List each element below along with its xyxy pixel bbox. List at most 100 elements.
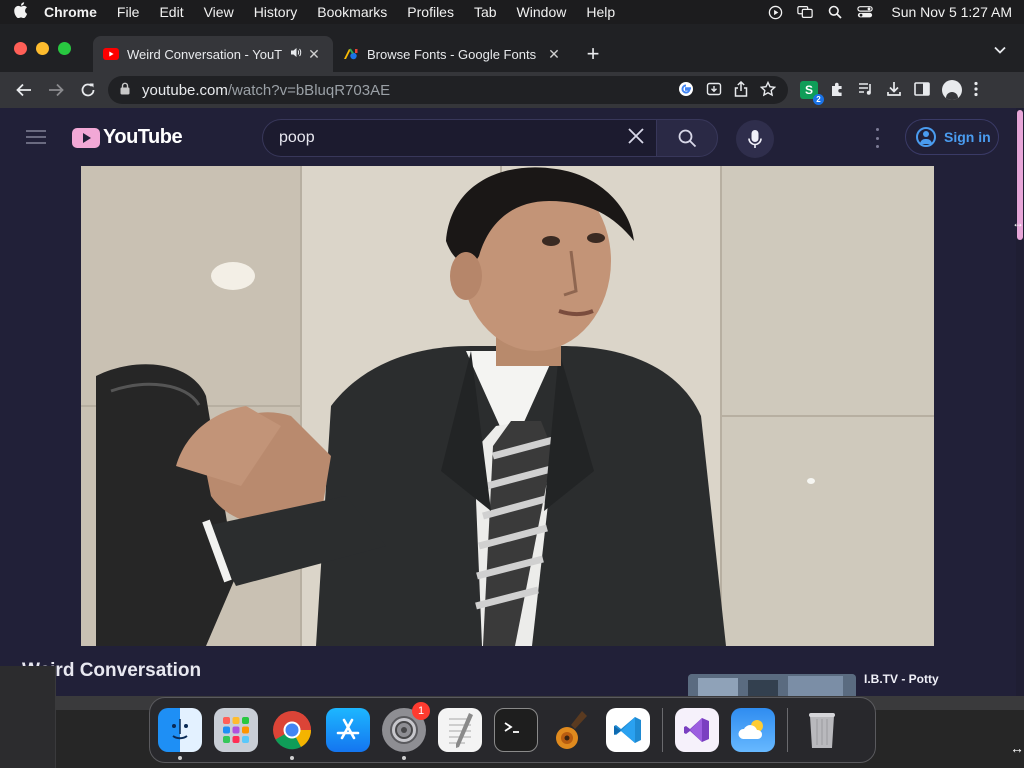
macos-menubar: Chrome File Edit View History Bookmarks … [0,0,1024,24]
running-indicator [402,756,406,760]
visual-studio-icon[interactable] [675,708,719,752]
tab-weird-conversation[interactable]: Weird Conversation - YouT ✕ [93,36,333,72]
macos-dock: 1 [149,697,876,763]
chrome-toolbar: youtube.com/watch?v=bBluqR703AE S2 [0,72,1024,108]
menu-profiles[interactable]: Profiles [407,4,454,20]
system-settings-icon[interactable]: 1 [382,702,430,760]
search-input[interactable] [279,129,616,147]
forward-button[interactable] [40,76,72,104]
toolbar-extensions: S2 [800,80,978,105]
desktop-window-edge [0,666,56,768]
window-close-button[interactable] [14,41,27,55]
window-zoom-button[interactable] [58,41,71,55]
lock-icon[interactable] [120,82,134,98]
video-player[interactable] [81,166,934,646]
recommended-video-title[interactable]: I.B.TV - Potty [864,672,939,686]
play-circle-icon[interactable] [767,5,783,19]
tab-close-icon[interactable]: ✕ [545,46,563,63]
google-fonts-icon [343,46,359,62]
url-path: /watch?v=bBluqR703AE [227,81,391,99]
microphone-icon [748,130,762,148]
back-button[interactable] [8,76,40,104]
bookmark-star-icon[interactable] [759,80,777,100]
finder-icon[interactable] [158,708,202,760]
menu-file[interactable]: File [117,4,140,20]
menu-edit[interactable]: Edit [159,4,183,20]
media-queue-icon[interactable] [858,82,874,99]
trash-icon[interactable] [800,708,844,752]
extensions-puzzle-icon[interactable] [830,81,846,100]
clear-search-icon[interactable] [616,125,656,151]
search-button[interactable] [656,119,718,157]
search-box [262,119,656,157]
resize-cursor-icon: ↔ [1012,216,1024,230]
guide-menu-icon[interactable] [26,130,46,144]
spotlight-search-icon[interactable] [827,5,843,19]
screen-mirroring-icon[interactable] [797,5,814,19]
chrome-menu-icon[interactable] [974,81,978,100]
reload-button[interactable] [72,76,104,104]
control-center-icon[interactable] [857,5,874,19]
tab-title: Browse Fonts - Google Fonts [367,46,537,62]
install-app-icon[interactable] [706,81,722,100]
chrome-icon[interactable] [270,708,314,760]
youtube-page: YouTube Sign in [0,108,1024,696]
youtube-masthead: YouTube Sign in [0,108,1016,166]
garageband-icon[interactable] [550,708,594,752]
share-icon[interactable] [734,80,748,100]
terminal-icon[interactable] [494,708,538,752]
search-icon [678,129,697,148]
menu-app-name[interactable]: Chrome [44,4,97,20]
side-panel-icon[interactable] [914,81,930,99]
chrome-tab-strip: Weird Conversation - YouT ✕ Browse Fonts… [0,24,1024,72]
downloads-icon[interactable] [886,81,902,100]
thumbnail-illustration [688,674,856,696]
tab-google-fonts[interactable]: Browse Fonts - Google Fonts ✕ [333,36,573,72]
youtube-icon [103,46,119,62]
dock-separator [787,708,788,752]
youtube-logo-icon [72,127,100,148]
cursor-resize-icon: ↔ [1010,740,1024,756]
voice-search-button[interactable] [736,120,774,158]
menu-view[interactable]: View [204,4,234,20]
menubar-clock[interactable]: Sun Nov 5 1:27 AM [891,4,1012,20]
menu-help[interactable]: Help [586,4,615,20]
weather-icon[interactable] [731,708,775,752]
running-indicator [290,756,294,760]
menu-bookmarks[interactable]: Bookmarks [317,4,387,20]
window-minimize-button[interactable] [36,41,49,55]
tab-search-chevron-icon[interactable] [994,43,1006,57]
menubar-status-area: Sun Nov 5 1:27 AM [767,4,1012,20]
sign-in-button[interactable]: Sign in [905,119,999,155]
video-frame-illustration [81,166,934,646]
tab-close-icon[interactable]: ✕ [305,46,323,63]
menu-tab[interactable]: Tab [474,4,497,20]
sign-in-label: Sign in [944,129,991,145]
tab-title: Weird Conversation - YouT [127,46,283,62]
textedit-icon[interactable] [438,708,482,752]
page-scrollbar[interactable] [1016,108,1024,696]
menu-history[interactable]: History [254,4,298,20]
extension-s-icon[interactable]: S2 [800,81,824,105]
google-lens-icon[interactable] [678,81,694,100]
recommended-video-thumbnail[interactable] [688,674,856,696]
omnibox-actions [678,80,777,100]
youtube-logo[interactable]: YouTube [72,126,183,149]
extension-badge: 2 [813,94,824,105]
settings-kebab-icon[interactable] [870,128,884,148]
notification-badge: 1 [412,702,430,720]
account-icon [916,127,936,147]
vscode-icon[interactable] [606,708,650,752]
menu-window[interactable]: Window [517,4,567,20]
youtube-logo-text: YouTube [103,126,183,148]
dock-separator [662,708,663,752]
tab-audio-icon[interactable] [287,47,305,61]
running-indicator [178,756,182,760]
app-store-icon[interactable] [326,708,370,752]
profile-avatar-icon[interactable] [942,80,962,100]
address-bar[interactable]: youtube.com/watch?v=bBluqR703AE [108,76,788,104]
launchpad-icon[interactable] [214,708,258,752]
apple-menu-icon[interactable] [12,2,30,22]
url-host: youtube.com [142,81,228,99]
new-tab-button[interactable]: + [579,40,607,68]
